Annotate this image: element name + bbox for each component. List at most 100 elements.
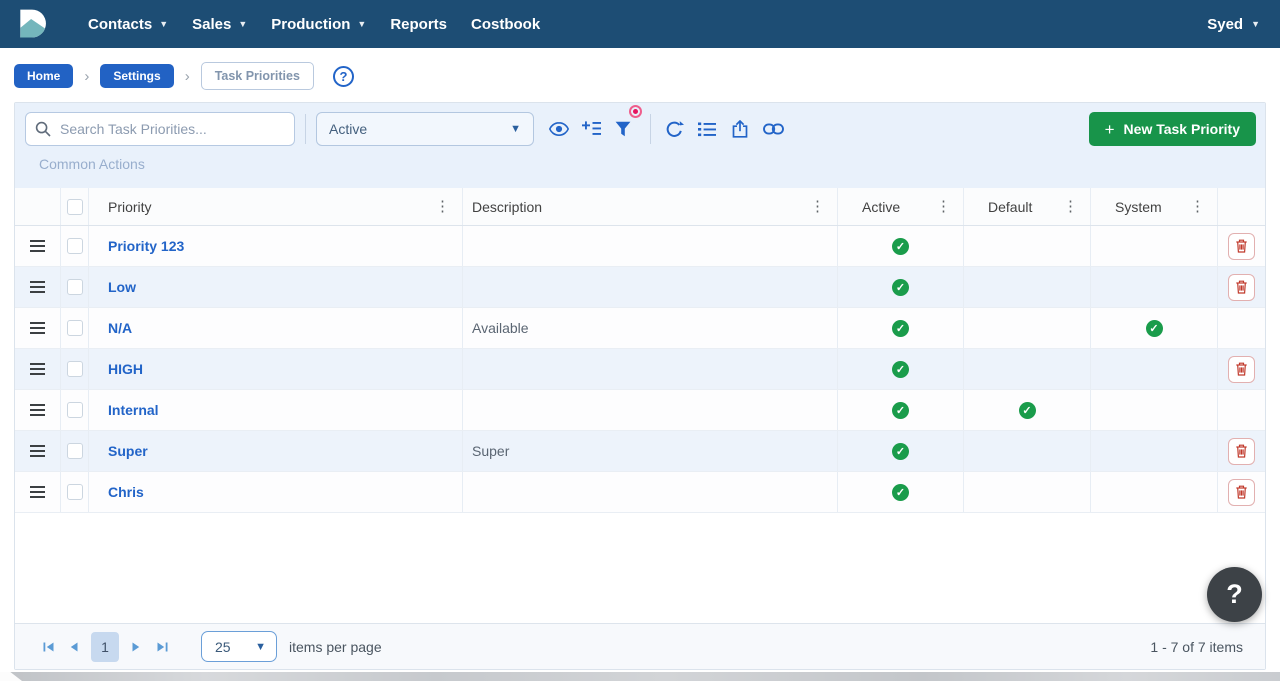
app-logo[interactable] [14,6,50,42]
header-default[interactable]: Default ⋮ [964,188,1091,225]
priority-link[interactable]: Priority 123 [108,238,184,254]
delete-button[interactable] [1228,479,1255,506]
priority-link[interactable]: Low [108,279,136,295]
status-filter-dropdown[interactable]: Active ▼ [316,112,534,146]
nav-item-production[interactable]: Production ▼ [269,12,368,37]
drag-cell [15,431,61,471]
description-cell [463,472,838,512]
first-page-button[interactable] [35,633,61,661]
page-size-value: 25 [215,639,255,655]
description-cell [463,349,838,389]
user-menu[interactable]: Syed ▼ [1207,16,1260,33]
common-actions-label: Common Actions [39,156,145,172]
header-priority[interactable]: Priority ⋮ [89,188,463,225]
row-checkbox[interactable] [67,238,83,254]
drag-handle-icon[interactable] [28,441,47,461]
floating-help-button[interactable]: ? [1207,567,1262,622]
header-actions-column [1218,188,1265,225]
nav-item-label: Contacts [88,16,152,33]
delete-button[interactable] [1228,356,1255,383]
export-button[interactable] [725,114,755,144]
column-menu-icon[interactable]: ⋮ [1051,199,1090,214]
delete-button[interactable] [1228,233,1255,260]
nav-item-reports[interactable]: Reports [388,12,449,37]
active-cell [838,431,964,471]
drag-handle-icon[interactable] [28,277,47,297]
header-description[interactable]: Description ⋮ [463,188,838,225]
priority-link[interactable]: HIGH [108,361,143,377]
page-size-dropdown[interactable]: 25 ▼ [201,631,277,662]
active-cell [838,267,964,307]
column-menu-icon[interactable]: ⋮ [924,199,963,214]
active-check-icon [892,361,909,378]
actions-cell [1218,226,1265,266]
next-page-button[interactable] [123,633,149,661]
system-cell [1091,226,1218,266]
select-all-checkbox[interactable] [67,199,83,215]
drag-cell [15,349,61,389]
actions-cell [1218,267,1265,307]
nav-item-sales[interactable]: Sales ▼ [190,12,249,37]
active-cell [838,472,964,512]
drag-handle-icon[interactable] [28,236,47,256]
actions-cell [1218,349,1265,389]
checkbox-cell [61,390,89,430]
search-icon [35,121,51,142]
nav-item-contacts[interactable]: Contacts ▼ [86,12,170,37]
help-icon[interactable]: ? [333,66,354,87]
priority-link[interactable]: Chris [108,484,144,500]
default-cell [964,226,1091,266]
drag-handle-icon[interactable] [28,400,47,420]
actions-cell [1218,431,1265,471]
drag-cell [15,390,61,430]
header-drag-column [15,188,61,225]
header-system[interactable]: System ⋮ [1091,188,1218,225]
delete-button[interactable] [1228,438,1255,465]
priority-link[interactable]: Internal [108,402,159,418]
header-active[interactable]: Active ⋮ [838,188,964,225]
row-checkbox[interactable] [67,279,83,295]
drag-handle-icon[interactable] [28,482,47,502]
search-input[interactable] [25,112,295,146]
nav-item-label: Production [271,16,350,33]
copy-link-button[interactable] [758,114,788,144]
priority-link[interactable]: N/A [108,320,132,336]
filter-button[interactable] [608,114,638,144]
drag-cell [15,226,61,266]
breadcrumb-home[interactable]: Home [14,64,73,88]
previous-page-button[interactable] [61,633,87,661]
row-checkbox[interactable] [67,320,83,336]
active-check-icon [892,484,909,501]
last-page-button[interactable] [149,633,175,661]
refresh-icon [665,120,684,139]
column-menu-icon[interactable]: ⋮ [1178,199,1217,214]
row-checkbox[interactable] [67,361,83,377]
header-default-label: Default [988,199,1032,215]
column-menu-icon[interactable]: ⋮ [423,199,462,214]
row-checkbox[interactable] [67,484,83,500]
bottom-screen-artifact [0,672,1280,681]
insert-row-button[interactable] [576,114,606,144]
list-view-button[interactable] [692,114,722,144]
system-cell [1091,308,1218,348]
new-task-priority-label: New Task Priority [1124,121,1240,137]
column-menu-icon[interactable]: ⋮ [798,199,837,214]
breadcrumb-settings[interactable]: Settings [100,64,173,88]
drag-handle-icon[interactable] [28,318,47,338]
drag-handle-icon[interactable] [28,359,47,379]
header-active-label: Active [862,199,900,215]
row-checkbox[interactable] [67,443,83,459]
row-checkbox[interactable] [67,402,83,418]
refresh-button[interactable] [659,114,689,144]
nav-item-label: Sales [192,16,231,33]
new-task-priority-button[interactable]: + New Task Priority [1089,112,1256,146]
header-description-label: Description [472,199,542,215]
delete-button[interactable] [1228,274,1255,301]
description-cell: Super [463,431,838,471]
view-visibility-button[interactable] [544,114,574,144]
default-cell [964,472,1091,512]
nav-item-costbook[interactable]: Costbook [469,12,542,37]
table-empty-area [15,513,1265,623]
current-page-button[interactable]: 1 [91,632,119,662]
priority-link[interactable]: Super [108,443,148,459]
